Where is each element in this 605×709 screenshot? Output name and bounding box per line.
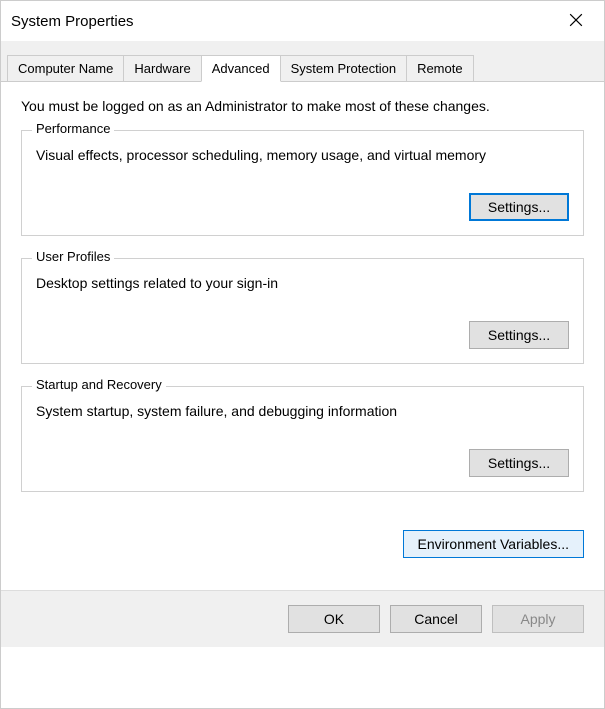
user-profiles-settings-button[interactable]: Settings... xyxy=(469,321,569,349)
env-row: Environment Variables... xyxy=(1,530,604,558)
group-user-profiles-btnrow: Settings... xyxy=(36,321,569,349)
environment-variables-button[interactable]: Environment Variables... xyxy=(403,530,584,558)
dialog-footer: OK Cancel Apply xyxy=(1,590,604,647)
performance-settings-button[interactable]: Settings... xyxy=(469,193,569,221)
close-button[interactable] xyxy=(558,7,594,35)
tab-remote[interactable]: Remote xyxy=(406,55,474,81)
titlebar: System Properties xyxy=(1,1,604,41)
tab-row: Computer Name Hardware Advanced System P… xyxy=(1,41,604,82)
group-performance: Performance Visual effects, processor sc… xyxy=(21,130,584,236)
group-user-profiles: User Profiles Desktop settings related t… xyxy=(21,258,584,364)
startup-recovery-settings-button[interactable]: Settings... xyxy=(469,449,569,477)
apply-button[interactable]: Apply xyxy=(492,605,584,633)
ok-button[interactable]: OK xyxy=(288,605,380,633)
cancel-button[interactable]: Cancel xyxy=(390,605,482,633)
tab-computer-name[interactable]: Computer Name xyxy=(7,55,124,81)
tab-advanced[interactable]: Advanced xyxy=(201,55,281,82)
group-user-profiles-desc: Desktop settings related to your sign-in xyxy=(36,275,569,291)
window-title: System Properties xyxy=(11,13,134,30)
tab-hardware[interactable]: Hardware xyxy=(123,55,201,81)
group-user-profiles-title: User Profiles xyxy=(32,249,114,264)
group-startup-recovery-title: Startup and Recovery xyxy=(32,377,166,392)
close-icon xyxy=(569,13,583,30)
group-performance-title: Performance xyxy=(32,121,114,136)
group-startup-recovery-btnrow: Settings... xyxy=(36,449,569,477)
group-performance-btnrow: Settings... xyxy=(36,193,569,221)
admin-notice: You must be logged on as an Administrato… xyxy=(21,98,584,114)
group-performance-desc: Visual effects, processor scheduling, me… xyxy=(36,147,569,163)
group-startup-recovery: Startup and Recovery System startup, sys… xyxy=(21,386,584,492)
content-area: You must be logged on as an Administrato… xyxy=(1,82,604,524)
group-startup-recovery-desc: System startup, system failure, and debu… xyxy=(36,403,569,419)
tab-system-protection[interactable]: System Protection xyxy=(280,55,408,81)
